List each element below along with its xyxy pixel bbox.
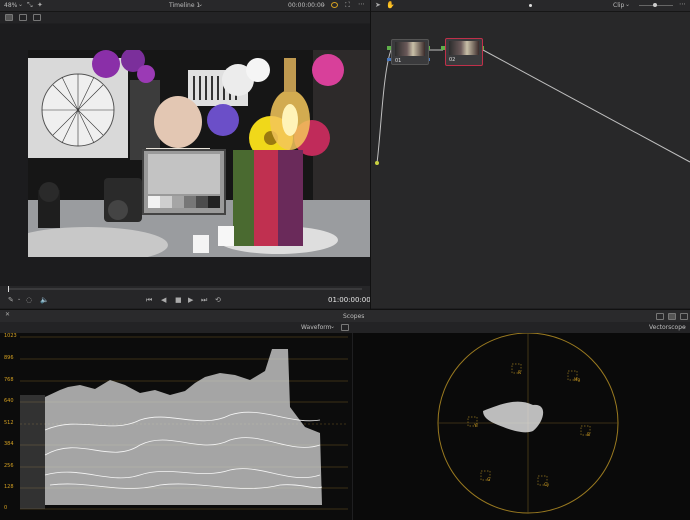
- node-graph[interactable]: 01 02: [371, 12, 690, 308]
- vectorscope: R Mg Yl B G Cy: [353, 333, 690, 520]
- timecode-bottom: 01:00:00:00: [328, 296, 371, 304]
- waveform-scale-label: 768: [4, 377, 14, 383]
- wipe-view-icon[interactable]: [33, 14, 41, 21]
- vector-target-cy: Cy: [544, 482, 550, 487]
- timeline-name[interactable]: Timeline 1: [169, 2, 200, 9]
- fullscreen-icon[interactable]: ⛶: [345, 1, 350, 10]
- pointer-icon[interactable]: ➤: [375, 1, 381, 9]
- hand-icon[interactable]: ✋: [386, 1, 395, 9]
- layout-quad-icon[interactable]: [680, 313, 688, 320]
- go-to-end-icon[interactable]: ⏭: [201, 296, 207, 305]
- vector-target-r: R: [518, 370, 521, 375]
- chevron-down-icon[interactable]: ⌄: [625, 1, 630, 8]
- stop-icon[interactable]: ■: [175, 296, 182, 304]
- layout-single-icon[interactable]: [656, 313, 664, 320]
- mode-dropdown[interactable]: Clip: [613, 2, 624, 9]
- waveform-scale-label: 0: [4, 505, 8, 511]
- more-options-icon[interactable]: ⋯: [358, 0, 365, 8]
- chevron-down-icon[interactable]: ⌄: [18, 1, 23, 8]
- timecode-top[interactable]: 00:00:00:00: [288, 2, 325, 9]
- step-back-icon[interactable]: ◀: [161, 296, 166, 304]
- transport-bar: ✎ ⌄ ◌ 🔈 ⏮ ◀ ■ ▶ ⏭ ⟲ 01:00:00:00: [0, 286, 371, 308]
- loop-icon[interactable]: ⟲: [215, 296, 221, 304]
- chevron-down-icon[interactable]: ⌄: [682, 323, 687, 330]
- chevron-down-icon[interactable]: ⌄: [17, 296, 21, 302]
- close-icon[interactable]: ✕: [5, 311, 10, 318]
- zoom-slider-handle[interactable]: [653, 3, 657, 7]
- waveform-scale-label: 640: [4, 398, 14, 404]
- play-icon[interactable]: ▶: [188, 296, 193, 304]
- viewer-toolbar: [0, 12, 370, 23]
- node-thumbnail: [395, 42, 425, 56]
- highlight-icon[interactable]: ◌: [26, 296, 32, 304]
- waveform-scale-label: 512: [4, 420, 14, 426]
- pointer-tool-icon[interactable]: ⤡: [27, 1, 33, 10]
- waveform-scale-label: 128: [4, 484, 14, 490]
- vector-target-mg: Mg: [574, 377, 580, 382]
- chevron-down-icon[interactable]: ⌄: [198, 1, 203, 8]
- chevron-down-icon[interactable]: ⌄: [330, 323, 335, 330]
- eyedropper-icon[interactable]: ✎: [8, 296, 14, 304]
- waveform-scale-label: 384: [4, 441, 14, 447]
- zoom-dropdown[interactable]: 48%: [4, 2, 17, 9]
- split-view-icon[interactable]: [19, 14, 27, 21]
- wand-icon[interactable]: ✦: [37, 1, 43, 9]
- scopes-title: Scopes: [343, 313, 365, 320]
- node-editor-topbar: ➤ ✋ Clip ⌄ ⋯: [371, 0, 690, 12]
- scopes-subheader: Waveform ⌄ Vectorscope ⌄: [0, 322, 690, 333]
- go-to-start-icon[interactable]: ⏮: [146, 296, 152, 305]
- node-label: 02: [449, 57, 456, 63]
- node-thumbnail: [449, 41, 479, 55]
- node-01[interactable]: 01: [391, 39, 429, 65]
- vector-target-g: G: [487, 477, 491, 482]
- layout-dual-icon[interactable]: [668, 313, 676, 320]
- viewer-topbar: 48% ⌄ ⤡ ✦ Timeline 1 ⌄ 00:00:00:00 ⌄ ⛶ ⋯: [0, 0, 370, 12]
- vector-target-yl: Yl: [474, 423, 478, 428]
- waveform-scale-label: 896: [4, 355, 14, 361]
- more-options-icon[interactable]: ⋯: [679, 0, 686, 8]
- waveform-trace: [20, 336, 348, 510]
- sync-icon[interactable]: [331, 2, 338, 8]
- scopes-header: ✕ Scopes: [0, 309, 690, 323]
- playhead-marker[interactable]: [8, 286, 9, 292]
- left-scope-dropdown[interactable]: Waveform: [301, 324, 331, 331]
- video-frame[interactable]: [28, 50, 370, 257]
- right-scope-dropdown[interactable]: Vectorscope: [649, 324, 686, 331]
- waveform-scale-label: 256: [4, 463, 14, 469]
- single-view-icon[interactable]: [5, 14, 13, 21]
- node-label: 01: [395, 58, 402, 64]
- chevron-down-icon[interactable]: ⌄: [321, 1, 326, 8]
- viewer-image: [28, 50, 370, 257]
- waveform-scale-label: 1023: [4, 333, 17, 339]
- dot-icon: [529, 4, 532, 7]
- node-02[interactable]: 02: [445, 38, 483, 66]
- playhead-scrubber[interactable]: [8, 288, 362, 290]
- vector-target-b: B: [587, 432, 590, 437]
- vectorscope-graticule: [437, 333, 619, 514]
- waveform-scope: 1023 896 768 640 512 384 256 128 0: [0, 333, 352, 520]
- scope-settings-icon[interactable]: [341, 324, 349, 331]
- audio-icon[interactable]: 🔈: [40, 296, 49, 304]
